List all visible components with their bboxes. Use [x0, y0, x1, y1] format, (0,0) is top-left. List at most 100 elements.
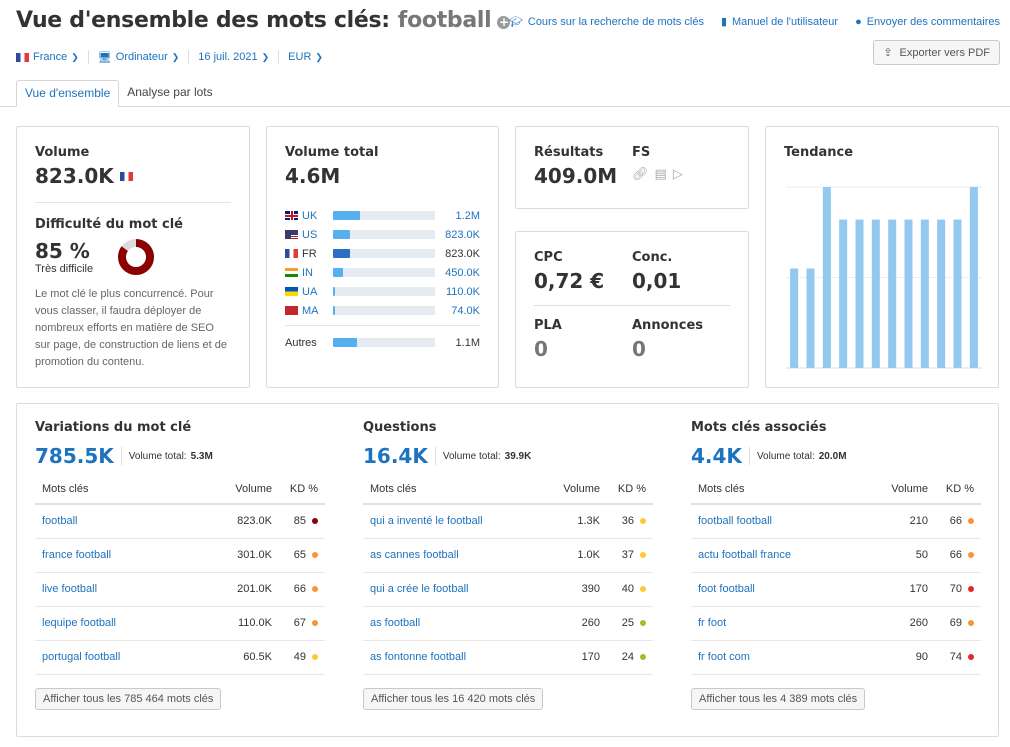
total-volume: Volume total: 20.0M [757, 451, 847, 462]
keyword-link[interactable]: fr foot com [691, 640, 857, 675]
country-code-text: MA [302, 304, 319, 317]
upload-icon: ⇪ [883, 47, 893, 59]
trend-bar[interactable] [937, 219, 946, 368]
column-keywords: Mots clés [35, 476, 193, 505]
date-select[interactable]: 16 juil. 2021 ❯ [198, 51, 269, 63]
link-icon[interactable]: 🔗︎ [632, 167, 649, 182]
keyword-link[interactable]: football football [691, 504, 857, 539]
column-keywords: Mots clés [363, 476, 538, 505]
trend-bar[interactable] [871, 219, 880, 368]
keyword-link[interactable]: qui a crée le football [363, 572, 538, 607]
currency-select[interactable]: EUR ❯ [288, 51, 323, 63]
country-code-text: UK [302, 209, 318, 222]
keyword-link[interactable]: fr foot [691, 606, 857, 641]
trend-bar[interactable] [806, 268, 815, 368]
country-volume[interactable]: 823.0K [435, 229, 480, 241]
show-all-keywords-button[interactable]: Afficher tous les 16 420 mots clés [363, 687, 544, 710]
volume-cell: 1.0K [537, 538, 607, 573]
trend-bar[interactable] [969, 187, 978, 368]
trend-bar[interactable] [953, 219, 962, 368]
pla-value: 0 [534, 337, 548, 361]
trend-bar[interactable] [822, 187, 831, 368]
bar-fill [333, 338, 357, 347]
country-volume[interactable]: 1.2M [435, 210, 480, 222]
table-row: football football 210 66 [691, 504, 981, 539]
country-code[interactable]: UA [285, 286, 333, 298]
keyword-link[interactable]: portugal football [35, 640, 193, 675]
keyword-link[interactable]: as cannes football [363, 538, 538, 573]
cpc-label: CPC [534, 250, 563, 265]
trend-bar[interactable] [888, 219, 897, 368]
country-code[interactable]: US [285, 229, 333, 241]
table-header: Mots clés Volume KD % [691, 476, 981, 505]
kd-value: 69 [949, 617, 962, 629]
volume-cell: 201.0K [192, 572, 279, 607]
kd-value: 36 [621, 515, 634, 528]
export-pdf-button[interactable]: ⇪ Exporter vers PDF [873, 40, 1000, 65]
keyword-link[interactable]: france football [35, 538, 193, 573]
trend-bar[interactable] [790, 268, 799, 368]
keyword-count[interactable]: 4.4K [691, 444, 742, 468]
keyword-link[interactable]: as football [363, 606, 538, 641]
questions-section: Questions 16.4K Volume total: 39.9K Mots clé… [363, 420, 653, 710]
tab-overview[interactable]: Vue d'ensemble [16, 80, 120, 107]
keyword-link[interactable]: actu football france [691, 538, 857, 573]
bar-fill [333, 230, 350, 239]
trend-bar[interactable] [855, 219, 864, 368]
us-flag-icon [285, 230, 298, 239]
kd-dot-icon [968, 654, 974, 661]
section-title: Questions [363, 420, 437, 435]
keyword-link[interactable]: lequipe football [35, 606, 193, 641]
total-volume-label: Volume total: [128, 450, 187, 462]
keyword-link[interactable]: foot football [691, 572, 857, 607]
volume-cell: 210 [856, 504, 935, 539]
keyword-count[interactable]: 16.4K [363, 444, 428, 468]
keyword-link[interactable]: football [35, 504, 193, 539]
manual-link[interactable]: ▮ Manuel de l'utilisateur [721, 15, 838, 29]
total-volume-value: 4.6M [285, 164, 341, 188]
divider [285, 325, 480, 326]
country-volume[interactable]: 110.0K [435, 286, 480, 298]
trend-bar[interactable] [839, 219, 848, 368]
table-row: qui a inventé le football 1.3K 36 [363, 504, 653, 539]
cpc-value: 0,72 € [534, 269, 605, 293]
trend-bar[interactable] [920, 219, 929, 368]
keyword-link[interactable]: qui a inventé le football [363, 504, 538, 539]
country-code[interactable]: MA [285, 305, 333, 317]
kd-cell: 25 [607, 606, 653, 641]
tab-batch-analysis[interactable]: Analyse par lots [119, 80, 220, 107]
country-code[interactable]: IN [285, 267, 333, 279]
country-row-others: Autres 1.1M [285, 334, 480, 351]
show-all-keywords-button[interactable]: Afficher tous les 4 389 mots clés [691, 687, 866, 710]
table-row: portugal football 60.5K 49 [35, 640, 325, 675]
cpc-card: CPC 0,72 € Conc. 0,01 PLA 0 Annonces 0 [515, 231, 749, 388]
keyword-count[interactable]: 785.5K [35, 444, 114, 468]
section-summary: 16.4K Volume total: 39.9K [363, 444, 653, 468]
video-play-icon[interactable]: ▷ [673, 167, 683, 182]
table-row: qui a crée le football 390 40 [363, 572, 653, 607]
trend-bar[interactable] [904, 219, 913, 368]
kd-value: 70 [949, 583, 962, 595]
article-icon[interactable]: ▤ [655, 167, 667, 182]
ads-value: 0 [632, 337, 646, 361]
feedback-link[interactable]: ● Envoyer des commentaires [855, 15, 1000, 28]
course-link[interactable]: 🎓︎ Cours sur la recherche de mots clés [509, 15, 704, 29]
trend-label: Tendance [784, 145, 854, 160]
country-select[interactable]: France ❯ [16, 51, 79, 63]
keyword-link[interactable]: live football [35, 572, 193, 607]
others-label: Autres [285, 336, 317, 349]
kd-dot-icon [640, 518, 646, 525]
kd-cell: 69 [935, 606, 981, 641]
bar-track [333, 230, 435, 239]
country-volume[interactable]: 74.0K [435, 305, 480, 317]
country-code-text: FR [302, 247, 317, 260]
country-row-in: IN 450.0K [285, 264, 480, 281]
device-select[interactable]: 🖥︎ Ordinateur ❯ [98, 51, 180, 64]
country-volume[interactable]: 450.0K [435, 267, 480, 279]
show-all-keywords-button[interactable]: Afficher tous les 785 464 mots clés [35, 687, 222, 710]
volume-cell: 1.3K [537, 504, 607, 539]
kd-dot-icon [640, 552, 646, 559]
country-volume: 823.0K [445, 247, 480, 260]
country-code[interactable]: UK [285, 210, 333, 222]
keyword-link[interactable]: as fontonne football [363, 640, 538, 675]
